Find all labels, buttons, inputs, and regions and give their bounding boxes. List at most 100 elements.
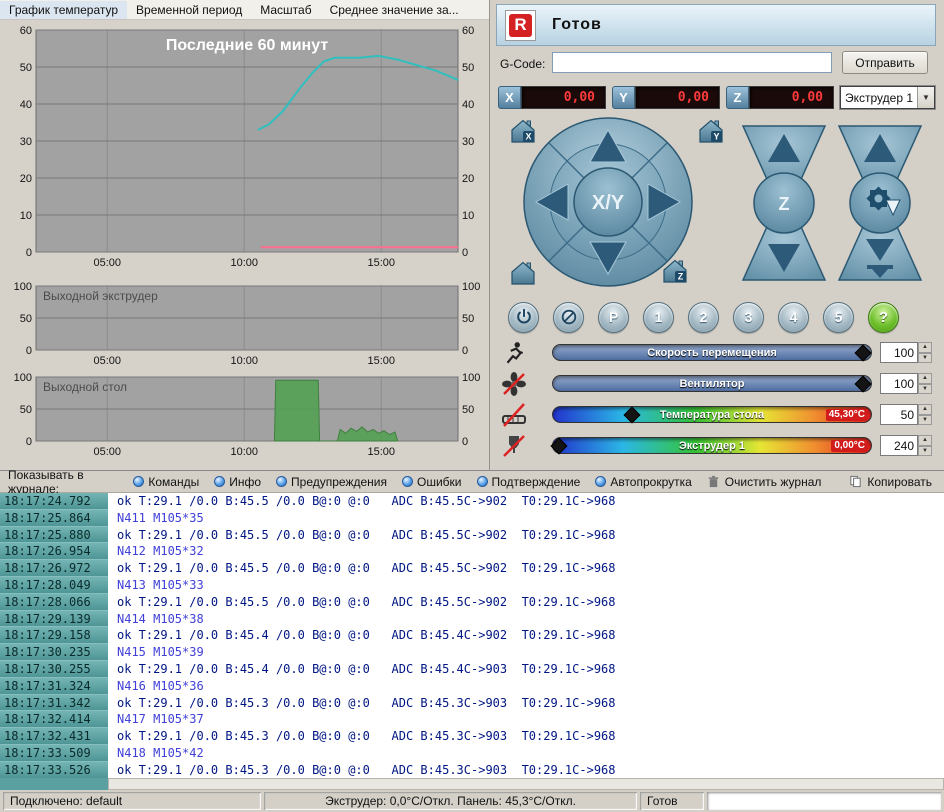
spin-up-icon[interactable]: ▲ [918,342,932,353]
home-x-button[interactable]: X [510,118,536,144]
toggle-label: Подтверждение [492,475,581,489]
toggle-commands[interactable]: Команды [133,475,199,489]
log-row: 18:17:33.526 ok T:29.1 /0.0 B:45.3 /0.0 … [0,762,944,778]
log-row: 18:17:31.342 ok T:29.1 /0.0 B:45.3 /0.0 … [0,695,944,712]
z-position-display: Z 0,00 [726,86,834,109]
log-row: 18:17:31.324 N416 M105*36 [0,678,944,695]
svg-text:50: 50 [20,62,32,74]
log-row: 18:17:28.049 N413 M105*33 [0,577,944,594]
extruder-output-chart: 05:0010:0015:00005050100100Выходной экст… [2,282,488,368]
toggle-autoscroll[interactable]: Автопрокрутка [595,475,691,489]
extruder-temp-slider-thumb[interactable] [551,438,568,455]
send-button[interactable]: Отправить [842,51,928,74]
home-z-button[interactable]: Z [662,258,688,284]
chart-menubar: График температур Временной период Масшт… [0,0,489,20]
speed-slider-row: Скорость перемещения 100 ▲▼ [498,340,936,367]
fan-value-spinner[interactable]: 100 ▲▼ [880,373,932,394]
help-button[interactable]: ? [868,302,899,333]
log-horizontal-scrollbar[interactable] [108,778,944,790]
main-temperature-chart: 05:0010:0015:000010102020303040405050606… [2,22,488,274]
extruder-temp-slider[interactable]: Экструдер 1 0,00°C [552,437,872,454]
menu-temperature-graph[interactable]: График температур [0,1,127,19]
menu-average[interactable]: Среднее значение за... [321,1,468,19]
spin-down-icon[interactable]: ▼ [918,353,932,364]
copy-log-button[interactable]: Копировать [849,475,932,489]
speed-slider[interactable]: Скорость перемещения [552,344,872,361]
bed-temp-spinner[interactable]: 50 ▲▼ [880,404,932,425]
connection-status: Подключено: default [3,792,261,810]
bed-temp-slider-label: Температура стола [660,409,764,421]
toggle-warnings[interactable]: Предупреждения [276,475,387,489]
custom-button-2[interactable]: 2 [688,302,719,333]
log-message: ok T:29.1 /0.0 B:45.5 /0.0 B@:0 @:0 ADC … [108,527,616,544]
custom-button-3[interactable]: 3 [733,302,764,333]
log-bottom-strip [0,778,944,790]
power-icon [515,308,533,326]
svg-text:Выходной стол: Выходной стол [43,380,127,394]
home-all-button[interactable] [510,260,536,286]
autoscroll-orb-icon [595,476,606,487]
log-message: ok T:29.1 /0.0 B:45.4 /0.0 B@:0 @:0 ADC … [108,627,616,644]
log-row: 18:17:30.235 N415 M105*39 [0,644,944,661]
power-button[interactable] [508,302,539,333]
custom-button-4[interactable]: 4 [778,302,809,333]
park-button[interactable]: P [598,302,629,333]
bed-temp-slider-thumb[interactable] [623,407,640,424]
clear-log-button[interactable]: Очистить журнал [707,475,822,489]
bed-temp-slider[interactable]: Температура стола 45,30°C [552,406,872,423]
svg-text:100: 100 [462,282,480,293]
fan-slider-thumb[interactable] [855,376,872,393]
log-message: N414 M105*38 [108,611,204,628]
spin-down-icon[interactable]: ▼ [918,384,932,395]
svg-text:50: 50 [462,62,474,74]
printer-control-panel: R Готов G-Code: Отправить X 0,00 Y 0,00 … [490,0,944,470]
toggle-errors[interactable]: Ошибки [402,475,462,489]
toggle-label: Инфо [229,475,261,489]
svg-text:Y: Y [713,132,719,142]
svg-text:20: 20 [20,173,32,185]
motors-off-button[interactable] [553,302,584,333]
custom-button-1[interactable]: 1 [643,302,674,333]
extruder-select-value: Экструдер 1 [841,91,917,105]
gcode-input[interactable] [552,52,832,73]
svg-text:100: 100 [14,282,32,293]
log-timestamp: 18:17:30.235 [0,644,108,661]
x-position-display: X 0,00 [498,86,606,109]
speed-value-spinner[interactable]: 100 ▲▼ [880,342,932,363]
fan-slider[interactable]: Вентилятор [552,375,872,392]
extruder-temp-spinner[interactable]: 240 ▲▼ [880,435,932,456]
spin-up-icon[interactable]: ▲ [918,435,932,446]
spin-down-icon[interactable]: ▼ [918,446,932,457]
fan-slider-label: Вентилятор [680,378,745,390]
extruder-jog-control[interactable] [834,122,926,284]
charts-container: 05:0010:0015:000010102020303040405050606… [0,20,489,461]
svg-text:0: 0 [462,345,468,357]
svg-text:10: 10 [462,210,474,222]
log-row: 18:17:33.509 N418 M105*42 [0,745,944,762]
spin-up-icon[interactable]: ▲ [918,373,932,384]
log-row: 18:17:32.414 N417 M105*37 [0,711,944,728]
toggle-ack[interactable]: Подтверждение [477,475,581,489]
custom-button-5[interactable]: 5 [823,302,854,333]
home-y-button[interactable]: Y [698,118,724,144]
log-message: N413 M105*33 [108,577,204,594]
log-timestamp: 18:17:32.414 [0,711,108,728]
toggle-label: Команды [148,475,199,489]
chevron-down-icon[interactable]: ▼ [917,87,934,108]
spin-up-icon[interactable]: ▲ [918,404,932,415]
spin-down-icon[interactable]: ▼ [918,415,932,426]
svg-text:10: 10 [20,210,32,222]
x-axis-label: X [498,86,521,109]
top-area: График температур Временной период Масшт… [0,0,944,470]
svg-text:05:00: 05:00 [93,355,121,367]
speed-slider-thumb[interactable] [855,345,872,362]
svg-text:60: 60 [20,25,32,37]
svg-text:15:00: 15:00 [368,257,396,269]
log-message: N411 M105*35 [108,510,204,527]
z-jog-control[interactable]: Z [738,122,830,284]
svg-text:40: 40 [20,99,32,111]
menu-time-period[interactable]: Временной период [127,1,251,19]
extruder-select[interactable]: Экструдер 1 ▼ [840,86,935,109]
toggle-info[interactable]: Инфо [214,475,261,489]
menu-scale[interactable]: Масштаб [251,1,320,19]
